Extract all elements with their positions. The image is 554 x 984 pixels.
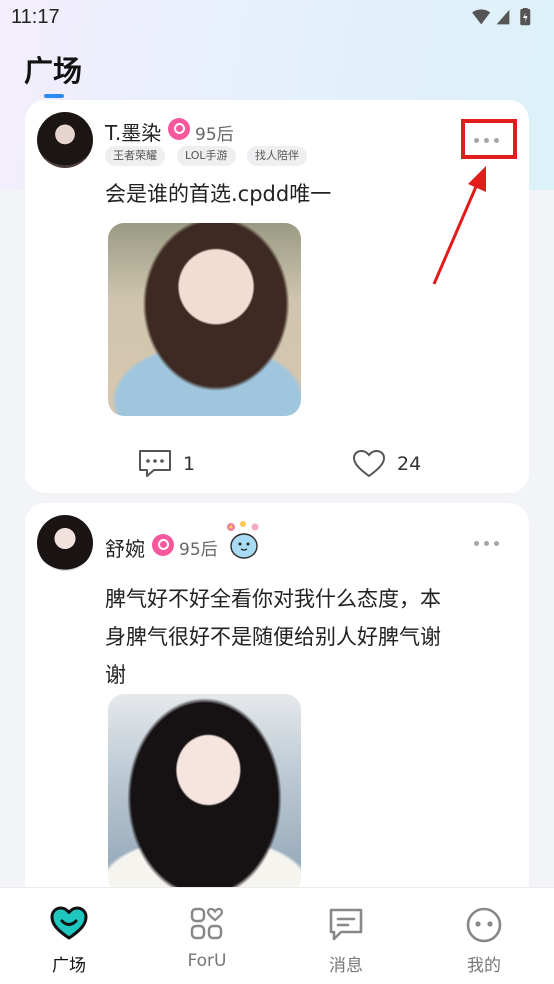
message-icon [329, 908, 363, 941]
bottom-tab-bar: 广场 ForU 消息 我的 [0, 887, 554, 984]
tab-label: 我的 [467, 956, 501, 976]
post-text-line: 脾气好不好全看你对我什么态度，本 [105, 587, 441, 611]
post-card[interactable]: T.墨染 95后 王者荣耀 LOL手游 找人陪伴 会是谁的首选.cpdd唯一 1… [25, 100, 529, 493]
highlight-box [461, 119, 517, 159]
title-underline [44, 94, 64, 98]
post-photo[interactable] [108, 223, 301, 416]
tag: LOL手游 [177, 146, 236, 166]
dot-icon [474, 541, 479, 546]
tab-profile[interactable]: 我的 [415, 888, 553, 984]
more-options-button[interactable] [467, 531, 507, 555]
wifi-icon [472, 9, 491, 25]
avatar[interactable] [37, 112, 93, 168]
post-text-line: 谢 [105, 663, 126, 687]
like-icon[interactable] [352, 449, 386, 479]
comment-count: 1 [183, 453, 196, 475]
tab-foru[interactable]: ForU [138, 888, 276, 984]
status-icons [472, 8, 531, 26]
signal-icon [496, 9, 510, 25]
verified-badge-icon [168, 118, 190, 140]
avatar[interactable] [37, 515, 93, 571]
tab-square[interactable]: 广场 [0, 888, 138, 984]
page-title[interactable]: 广场 [24, 48, 82, 90]
tab-label: 消息 [329, 956, 363, 976]
post-text: 脾气好不好全看你对我什么态度，本 身脾气很好不是随便给别人好脾气谢 谢 [105, 580, 441, 694]
verified-badge-icon [152, 534, 174, 556]
status-bar: 11:17 [0, 0, 554, 38]
grid-heart-icon [190, 907, 224, 940]
tag: 找人陪伴 [247, 146, 307, 166]
status-time: 11:17 [11, 6, 60, 28]
comment-icon[interactable] [137, 448, 173, 478]
post-text-line: 会是谁的首选.cpdd唯一 [105, 182, 332, 206]
username[interactable]: 舒婉 [105, 533, 145, 562]
tab-label: ForU [187, 951, 227, 971]
tab-label: 广场 [52, 956, 86, 976]
dot-icon [484, 541, 489, 546]
age-label: 95后 [179, 540, 218, 560]
annotation-arrow-icon [432, 166, 486, 285]
tag: 王者荣耀 [105, 146, 165, 166]
mascot-sticker-icon [227, 521, 259, 559]
username[interactable]: T.墨染 [105, 117, 161, 146]
dot-icon [494, 541, 499, 546]
post-card[interactable]: 舒婉 95后 脾气好不好全看你对我什么态度，本 身脾气很好不是随便给别人好脾气谢… [25, 503, 529, 903]
tab-messages[interactable]: 消息 [277, 888, 415, 984]
post-photo[interactable] [108, 694, 301, 894]
heart-chat-icon [50, 906, 88, 940]
like-count: 24 [397, 453, 422, 475]
post-text-line: 身脾气很好不是随便给别人好脾气谢 [105, 625, 441, 649]
age-label: 95后 [195, 125, 234, 145]
face-icon [466, 907, 502, 943]
post-text: 会是谁的首选.cpdd唯一 [105, 175, 331, 213]
